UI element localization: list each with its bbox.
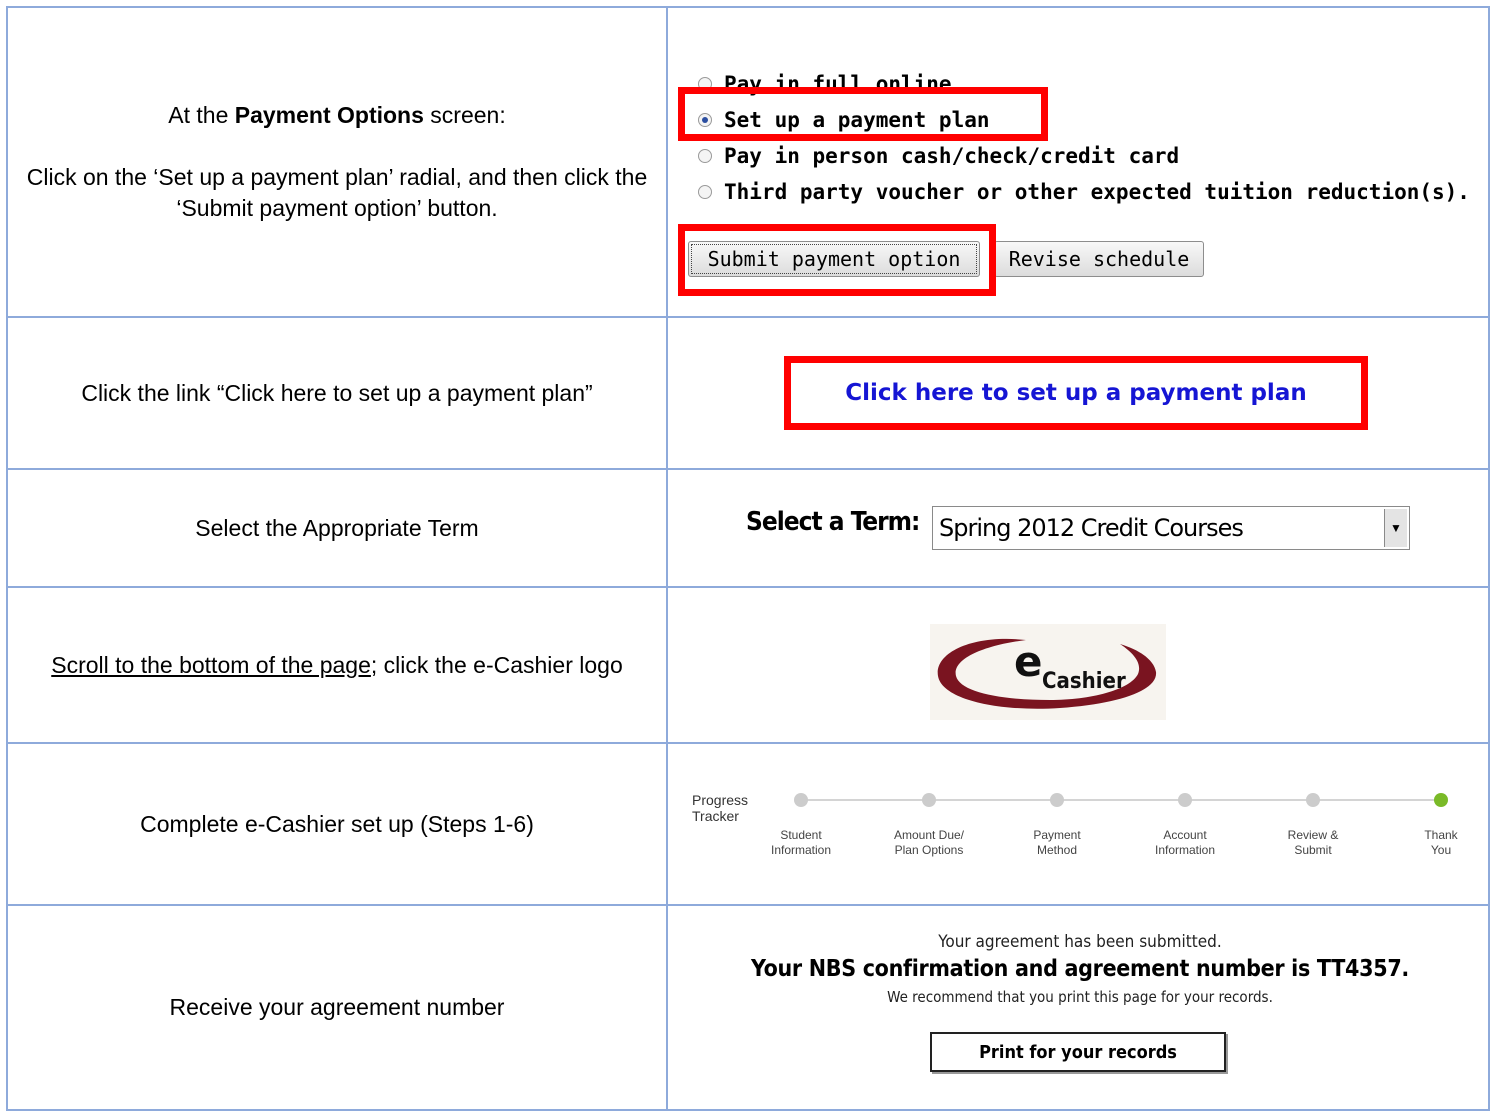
- radio-button[interactable]: [698, 185, 712, 199]
- instruction-underlined: Scroll to the bottom of the page: [51, 651, 371, 678]
- dropdown-arrow-icon[interactable]: ▼: [1384, 509, 1407, 547]
- set-up-payment-plan-link[interactable]: Click here to set up a payment plan: [845, 380, 1306, 406]
- option-label: Third party voucher or other expected tu…: [724, 180, 1470, 204]
- instruction-cell: Complete e-Cashier set up (Steps 1-6): [6, 742, 668, 906]
- step-dot: [794, 793, 808, 807]
- step-label: Payment Method: [1033, 828, 1081, 857]
- logo-text: Cashier: [1042, 669, 1126, 694]
- option-third-party[interactable]: Third party voucher or other expected tu…: [698, 174, 1470, 210]
- step-label: Account Information: [1154, 828, 1216, 857]
- step-dot: [922, 793, 936, 807]
- step-label: Amount Due/Plan Options: [893, 828, 965, 857]
- instruction-heading: At the Payment Options screen:: [8, 100, 666, 131]
- instruction-detail: Click on the ‘Set up a payment plan’ rad…: [26, 164, 648, 221]
- selected-term: Spring 2012 Credit Courses: [939, 514, 1244, 542]
- instruction-cell: Scroll to the bottom of the page; click …: [6, 586, 668, 744]
- screenshot-payment-options: Pay in full online Set up a payment plan…: [666, 6, 1490, 318]
- screenshot-progress-tracker: Progress Tracker Student Information Amoun…: [666, 742, 1492, 906]
- instruction-cell: Click the link “Click here to set up a p…: [6, 316, 668, 470]
- step-row-payment-plan-link: Click the link “Click here to set up a p…: [6, 316, 1490, 470]
- print-recommendation: We recommend that you print this page fo…: [887, 988, 1273, 1006]
- ecashier-logo[interactable]: e Cashier: [930, 624, 1166, 720]
- submitted-message: Your agreement has been submitted.: [938, 932, 1222, 952]
- highlight-box: [678, 224, 996, 296]
- step-dot: [1306, 793, 1320, 807]
- highlight-box: [678, 87, 1048, 141]
- tracker-title-line: Progress: [692, 792, 749, 808]
- instruction-text: At the: [168, 102, 235, 128]
- step-dot: [1178, 793, 1192, 807]
- step-row-select-term: Select the Appropriate Term Select a Ter…: [6, 468, 1490, 588]
- instructions-table: At the Payment Options screen: Click on …: [6, 6, 1490, 1111]
- option-pay-in-person[interactable]: Pay in person cash/check/credit card: [698, 138, 1470, 174]
- instruction-cell: Receive your agreement number: [6, 904, 668, 1111]
- option-label: Pay in person cash/check/credit card: [724, 144, 1180, 168]
- tracker-title: Progress Tracker: [692, 792, 748, 824]
- instruction-cell: Select the Appropriate Term: [6, 468, 668, 588]
- screenshot-link: Click here to set up a payment plan: [666, 316, 1490, 470]
- step-label: Thank You: [1424, 828, 1458, 857]
- confirmation-number-message: Your NBS confirmation and agreement numb…: [751, 956, 1409, 982]
- screen-name: Payment Options: [234, 102, 424, 128]
- logo-e: e: [1014, 637, 1043, 686]
- step-row-progress-tracker: Complete e-Cashier set up (Steps 1-6) Pr…: [6, 742, 1492, 906]
- tracker-title-line: Tracker: [692, 808, 739, 824]
- step-label: Review & Submit: [1287, 828, 1339, 857]
- step-row-ecashier-logo: Scroll to the bottom of the page; click …: [6, 586, 1490, 744]
- step-row-payment-options: At the Payment Options screen: Click on …: [6, 6, 1490, 318]
- screenshot-logo: e Cashier: [666, 586, 1490, 744]
- highlight-box: Click here to set up a payment plan: [784, 356, 1368, 430]
- progress-tracker: Progress Tracker Student Information Amoun…: [668, 744, 1492, 906]
- step-row-agreement-number: Receive your agreement number Your agree…: [6, 904, 1490, 1111]
- instruction-cell: At the Payment Options screen: Click on …: [6, 6, 668, 318]
- step-dot-complete: [1434, 793, 1448, 807]
- screenshot-agreement: Your agreement has been submitted. Your …: [666, 904, 1490, 1111]
- step-dot: [1050, 793, 1064, 807]
- term-label: Select a Term:: [746, 507, 920, 537]
- instruction-text: ; click the e-Cashier logo: [370, 651, 623, 678]
- step-label: Student Information: [770, 828, 832, 857]
- revise-schedule-button[interactable]: Revise schedule: [994, 241, 1204, 277]
- term-select[interactable]: Spring 2012 Credit Courses ▼: [932, 506, 1410, 550]
- tracker-line: [800, 799, 1442, 801]
- screenshot-term-select: Select a Term: Spring 2012 Credit Course…: [666, 468, 1490, 588]
- instruction-text: screen:: [423, 102, 506, 128]
- radio-button[interactable]: [698, 149, 712, 163]
- print-for-records-button[interactable]: Print for your records: [930, 1032, 1226, 1072]
